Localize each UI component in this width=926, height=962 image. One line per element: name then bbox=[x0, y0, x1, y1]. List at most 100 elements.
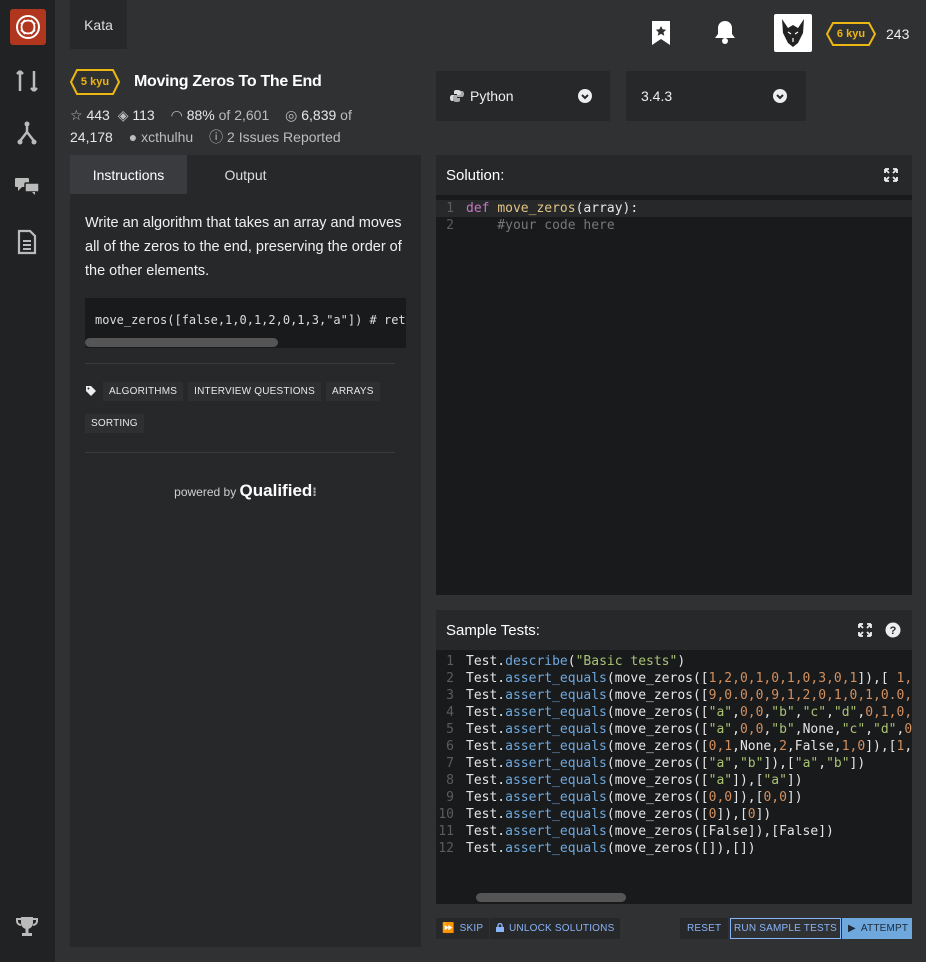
bookmark-icon[interactable] bbox=[650, 20, 672, 51]
tag-sorting[interactable]: SORTING bbox=[85, 414, 144, 433]
code-token: (move_zeros([ bbox=[606, 773, 709, 788]
tags-list: ALGORITHMS INTERVIEW QUESTIONS ARRAYS SORTI… bbox=[85, 381, 405, 445]
code-line[interactable]: 1 def move_zeros(array): bbox=[436, 200, 912, 217]
code-line[interactable]: 7 Test.assert_equals(move_zeros(["a","b"]… bbox=[436, 755, 912, 772]
unlock-solutions-button[interactable]: UNLOCK SOLUTIONS bbox=[490, 918, 621, 939]
code-token: assert_equals bbox=[505, 824, 607, 839]
sidebar bbox=[0, 0, 55, 962]
expand-icon[interactable] bbox=[858, 623, 872, 641]
solution-editor[interactable]: 1 def move_zeros(array): 2 #your code here bbox=[436, 195, 912, 234]
language-select[interactable]: Python bbox=[436, 71, 610, 121]
code-token: ]) bbox=[786, 773, 803, 788]
attempt-label: ATTEMPT bbox=[860, 923, 909, 934]
trophy-icon[interactable] bbox=[14, 913, 40, 939]
code-line[interactable]: 2 Test.assert_equals(move_zeros([1,2,0,1,… bbox=[436, 670, 912, 687]
tag-algorithms[interactable]: ALGORITHMS bbox=[103, 382, 184, 401]
code-token: (move_zeros([ bbox=[606, 790, 709, 805]
run-sample-tests-button[interactable]: RUN SAMPLE TESTS bbox=[730, 918, 842, 939]
code-token: (array): bbox=[575, 201, 639, 216]
code-token: (move_zeros([ bbox=[606, 722, 709, 737]
codewars-logo[interactable] bbox=[10, 9, 46, 45]
example-scrollbar[interactable] bbox=[85, 338, 278, 347]
code-line[interactable]: 4 Test.assert_equals(move_zeros(["a",0,0,… bbox=[436, 704, 912, 721]
code-token: Test. bbox=[466, 705, 506, 720]
help-icon[interactable]: ? bbox=[885, 622, 901, 642]
chevron-down-icon bbox=[578, 89, 592, 106]
satisfaction-rating: 88% bbox=[186, 107, 215, 123]
expand-icon[interactable] bbox=[884, 168, 898, 186]
docs-icon[interactable] bbox=[14, 229, 40, 255]
tag-arrays[interactable]: ARRAYS bbox=[325, 382, 380, 401]
code-token: Test. bbox=[466, 739, 506, 754]
code-token: assert_equals bbox=[505, 688, 607, 703]
code-line[interactable]: 9 Test.assert_equals(move_zeros([0,0]),[0… bbox=[436, 789, 912, 806]
code-line[interactable]: 6 Test.assert_equals(move_zeros([0,1,None… bbox=[436, 738, 912, 755]
line-number: 2 bbox=[446, 218, 454, 233]
code-line[interactable]: 5 Test.assert_equals(move_zeros(["a",0,0,… bbox=[436, 721, 912, 738]
code-token: , bbox=[732, 705, 740, 720]
code-token: assert_equals bbox=[505, 807, 607, 822]
practice-icon[interactable] bbox=[14, 68, 40, 94]
line-number: 3 bbox=[446, 688, 454, 703]
code-line[interactable]: 8 Test.assert_equals(move_zeros(["a"]),["… bbox=[436, 772, 912, 789]
code-token: "d" bbox=[873, 722, 897, 737]
reset-button[interactable]: RESET bbox=[680, 918, 729, 939]
code-token: 2 bbox=[779, 739, 787, 754]
code-token: ]),[ bbox=[732, 790, 764, 805]
code-token: ,None, bbox=[794, 722, 842, 737]
code-token: 0,1,0,1,0,3,0,1,9 bbox=[865, 705, 912, 720]
tag-interview-questions[interactable]: INTERVIEW QUESTIONS bbox=[188, 382, 321, 401]
tests-scrollbar[interactable] bbox=[476, 893, 626, 902]
collections-count: 113 bbox=[132, 107, 155, 123]
completed-of-label: of bbox=[340, 107, 352, 123]
code-token: , bbox=[865, 722, 874, 737]
kata-nav-button[interactable]: Kata bbox=[70, 0, 127, 49]
issues-link[interactable]: 2 Issues Reported bbox=[227, 129, 341, 145]
code-token: 9,0.0,0,9,1,2,0,1,0,1,0.0,3,0,1,9,0,0,0,… bbox=[708, 688, 912, 703]
star-icon[interactable]: ☆ bbox=[70, 107, 83, 123]
kata-nav-label: Kata bbox=[84, 16, 113, 33]
code-token: #your code here bbox=[466, 218, 615, 233]
code-line[interactable]: 10 Test.assert_equals(move_zeros([0]),[0]… bbox=[436, 806, 912, 823]
tab-output[interactable]: Output bbox=[187, 155, 304, 194]
attempt-button[interactable]: ▶ ATTEMPT bbox=[842, 918, 912, 939]
collections-icon: ◈ bbox=[117, 107, 129, 123]
line-number: 10 bbox=[438, 807, 454, 822]
lock-icon bbox=[496, 922, 504, 935]
chat-icon[interactable] bbox=[14, 173, 40, 199]
skip-button[interactable]: ⏩ SKIP bbox=[436, 918, 490, 939]
code-token: Test. bbox=[466, 671, 506, 686]
user-rank-badge[interactable]: 6 kyu bbox=[826, 22, 876, 46]
powered-by-qualified[interactable]: powered by Qualified⁝ bbox=[70, 481, 421, 501]
code-line[interactable]: 11 Test.assert_equals(move_zeros([False])… bbox=[436, 823, 912, 840]
code-token: assert_equals bbox=[505, 773, 607, 788]
fork-icon[interactable] bbox=[14, 120, 40, 146]
user-avatar[interactable] bbox=[774, 14, 812, 52]
tab-instructions[interactable]: Instructions bbox=[70, 155, 187, 194]
line-number: 11 bbox=[438, 824, 454, 839]
issues-icon: ⓘ bbox=[209, 129, 224, 145]
codewars-logo-icon bbox=[16, 15, 40, 39]
code-token: 1,2,0,1,0,1,0,3,0,1 bbox=[708, 671, 858, 686]
kata-rank-badge: 5 kyu bbox=[70, 69, 120, 95]
code-line[interactable]: 3 Test.assert_equals(move_zeros([9,0.0,0,… bbox=[436, 687, 912, 704]
author-name[interactable]: xcthulhu bbox=[141, 129, 193, 145]
line-number: 2 bbox=[446, 671, 454, 686]
sample-tests-editor[interactable]: 1 Test.describe("Basic tests") 2 Test.asser… bbox=[436, 650, 912, 857]
attempts-count: 24,178 bbox=[70, 129, 113, 145]
code-token: 0,0 bbox=[708, 790, 733, 805]
code-line[interactable]: 1 Test.describe("Basic tests") bbox=[436, 653, 912, 670]
notifications-bell-icon[interactable] bbox=[713, 19, 737, 50]
kata-rank-label: 5 kyu bbox=[80, 76, 110, 88]
code-token: , bbox=[732, 722, 740, 737]
code-line[interactable]: 12 Test.assert_equals(move_zeros([]),[]) bbox=[436, 840, 912, 857]
version-select[interactable]: 3.4.3 bbox=[626, 71, 806, 121]
wolf-avatar-icon bbox=[782, 19, 804, 47]
user-rank-label: 6 kyu bbox=[836, 28, 866, 40]
code-token: describe bbox=[505, 654, 568, 669]
code-token: "b" bbox=[826, 756, 850, 771]
code-token: ]),[ bbox=[865, 739, 897, 754]
solution-header: Solution: bbox=[436, 155, 912, 195]
code-token: "a" bbox=[763, 773, 787, 788]
code-line[interactable]: 2 #your code here bbox=[436, 217, 912, 234]
